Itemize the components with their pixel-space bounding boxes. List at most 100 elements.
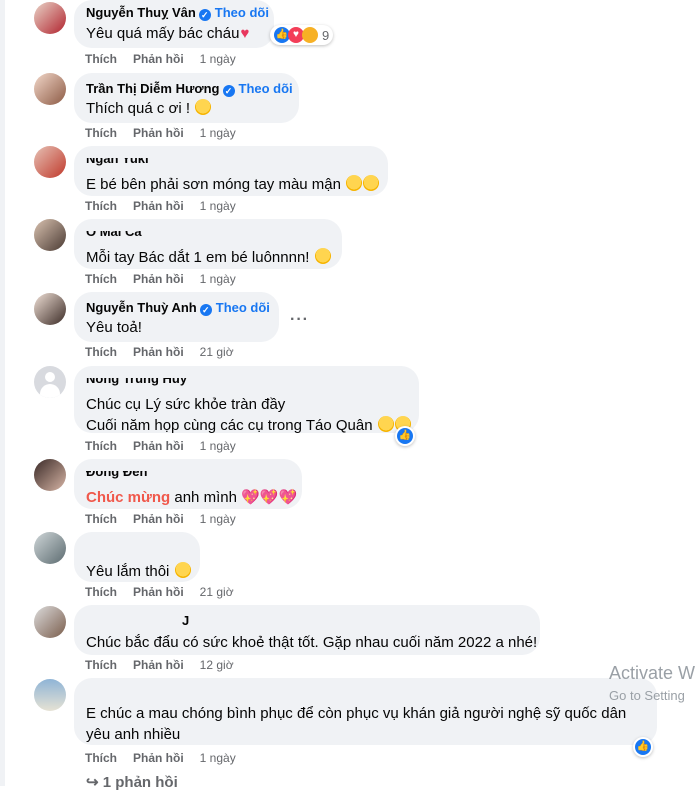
comment-text: Cuối năm họp cùng các cụ trong Táo Quân [86, 417, 373, 434]
like-link[interactable]: Thích [85, 658, 117, 672]
commenter-name[interactable]: Nguyễn Thuỵ Vân [86, 5, 196, 20]
commenter-name[interactable]: Nông Trung Huy [86, 378, 187, 387]
laughing-emoji-icon [363, 175, 380, 191]
comment-bubble: Ô Mai Cà Mỗi tay Bác dắt 1 em bé luônnnn… [74, 219, 342, 269]
like-link[interactable]: Thích [85, 751, 117, 765]
avatar[interactable] [34, 679, 66, 711]
comment-actions: Thích Phản hồi 1 ngày [85, 272, 252, 286]
highlight-text: Chúc mừng [86, 489, 171, 506]
timestamp[interactable]: 1 ngày [200, 52, 236, 66]
avatar[interactable] [34, 606, 66, 638]
timestamp[interactable]: 1 ngày [200, 751, 236, 765]
like-link[interactable]: Thích [85, 272, 117, 286]
verified-badge-icon: ✓ [199, 304, 212, 316]
smiling-hearts-emoji-icon [346, 175, 363, 191]
reaction-summary[interactable]: 👍 ♥ 9 [270, 25, 334, 45]
reply-link[interactable]: Phản hồi [133, 751, 184, 765]
timestamp[interactable]: 1 ngày [200, 126, 236, 140]
follow-button[interactable]: Theo dõi [216, 300, 270, 315]
follow-button[interactable]: Theo dõi [215, 5, 269, 20]
more-options-icon[interactable]: ··· [290, 311, 309, 329]
commenter-name[interactable]: Nguyễn Thuỳ Anh [86, 300, 197, 315]
comment-text: Mỗi tay Bác dắt 1 em bé luônnnn! [86, 249, 310, 266]
comment-text: Yêu quá mấy bác cháu [86, 25, 240, 42]
commenter-name[interactable]: Đông Đen [86, 471, 147, 480]
avatar[interactable] [34, 73, 66, 105]
timestamp[interactable]: 1 ngày [200, 272, 236, 286]
reply-link[interactable]: Phản hồi [133, 199, 184, 213]
reaction-summary[interactable]: 👍 [395, 426, 415, 446]
avatar[interactable] [34, 219, 66, 251]
commenter-name[interactable]: J [182, 613, 189, 628]
comment-bubble: Nguyễn Thuỵ Vân ✓ Theo dõi Yêu quá mấy bác… [74, 0, 274, 48]
comment-bubble: Ngân Yuki E bé bên phải sơn móng tay màu… [74, 146, 388, 196]
laughing-emoji-icon [377, 416, 394, 432]
avatar[interactable] [34, 2, 66, 34]
hearts-emoji-icon: 💖💖💖 [241, 489, 298, 506]
commenter-name[interactable]: Ngân Yuki [86, 158, 149, 167]
care-reaction-icon [302, 27, 318, 43]
comment-text: anh mình [174, 489, 237, 506]
comment-bubble: Nguyễn Thuỳ Anh ✓ Theo dõi Yêu toả! [74, 292, 279, 342]
avatar[interactable] [34, 532, 66, 564]
comment-text: Yêu lắm thôi [86, 563, 170, 580]
timestamp[interactable]: 1 ngày [200, 512, 236, 526]
comment-text: E chúc a mau chóng bình phục để còn phục… [86, 705, 627, 722]
comment-text: Chúc bắc đẩu có sức khoẻ thật tốt. Gặp n… [86, 634, 538, 651]
smiling-hearts-emoji-icon [174, 562, 191, 578]
like-reaction-icon: 👍 [397, 428, 413, 444]
comment-actions: Thích Phản hồi 1 ngày [85, 126, 252, 140]
avatar[interactable] [34, 459, 66, 491]
timestamp[interactable]: 12 giờ [200, 658, 234, 672]
comment-actions: Thích Phản hồi 12 giờ [85, 658, 250, 672]
view-replies-label: 1 phản hồi [102, 774, 178, 791]
commenter-name[interactable]: Trần Thị Diễm Hương [86, 81, 220, 96]
smile-emoji-icon [195, 99, 212, 115]
comment-actions: Thích Phản hồi 1 ngày [85, 199, 252, 213]
reaction-count: 9 [322, 27, 330, 43]
like-link[interactable]: Thích [85, 199, 117, 213]
timestamp[interactable]: 21 giờ [200, 585, 234, 599]
comment-text: Chúc cụ Lý sức khỏe tràn đầy [86, 396, 286, 413]
reply-link[interactable]: Phản hồi [133, 345, 184, 359]
follow-button[interactable]: Theo dõi [239, 81, 293, 96]
reply-link[interactable]: Phản hồi [133, 585, 184, 599]
like-link[interactable]: Thích [85, 512, 117, 526]
reply-link[interactable]: Phản hồi [133, 126, 184, 140]
commenter-name[interactable]: Ô Mai Cà [86, 231, 142, 240]
like-reaction-icon: 👍 [635, 739, 651, 755]
comment-text: Thích quá c ơi ! [86, 100, 191, 117]
reaction-summary[interactable]: 👍 [633, 737, 653, 757]
timestamp[interactable]: 1 ngày [200, 439, 236, 453]
avatar[interactable] [34, 146, 66, 178]
comment-bubble: J Chúc bắc đẩu có sức khoẻ thật tốt. Gặp… [74, 605, 540, 655]
comment-actions: Thích Phản hồi 21 giờ [85, 345, 250, 359]
view-replies-link[interactable]: ↪ 1 phản hồi [86, 773, 178, 791]
comment-bubble: Đông Đen Chúc mừng anh mình 💖💖💖 [74, 459, 302, 509]
activate-windows-subtext: Go to Setting [609, 688, 685, 703]
reply-link[interactable]: Phản hồi [133, 512, 184, 526]
grinning-emoji-icon [314, 248, 331, 264]
reply-link[interactable]: Phản hồi [133, 272, 184, 286]
comment-bubble: E chúc a mau chóng bình phục để còn phục… [74, 678, 657, 745]
comment-actions: Thích Phản hồi 21 giờ [85, 585, 250, 599]
comment-actions: Thích Phản hồi 1 ngày [85, 751, 252, 765]
reply-link[interactable]: Phản hồi [133, 658, 184, 672]
timestamp[interactable]: 21 giờ [200, 345, 234, 359]
like-link[interactable]: Thích [85, 52, 117, 66]
verified-badge-icon: ✓ [222, 85, 235, 97]
like-link[interactable]: Thích [85, 585, 117, 599]
reply-link[interactable]: Phản hồi [133, 439, 184, 453]
comment-actions: Thích Phản hồi 1 ngày [85, 512, 252, 526]
reply-link[interactable]: Phản hồi [133, 52, 184, 66]
like-link[interactable]: Thích [85, 345, 117, 359]
default-avatar-icon[interactable] [34, 366, 66, 398]
like-link[interactable]: Thích [85, 126, 117, 140]
timestamp[interactable]: 1 ngày [200, 199, 236, 213]
like-link[interactable]: Thích [85, 439, 117, 453]
avatar[interactable] [34, 293, 66, 325]
comment-actions: Thích Phản hồi 1 ngày [85, 439, 252, 453]
comment-bubble: Nông Trung Huy Chúc cụ Lý sức khỏe tràn … [74, 366, 419, 434]
comment-bubble: Trần Thị Diễm Hương ✓ Theo dõi Thích quá c… [74, 73, 299, 123]
comment-text: Yêu toả! [86, 319, 142, 336]
